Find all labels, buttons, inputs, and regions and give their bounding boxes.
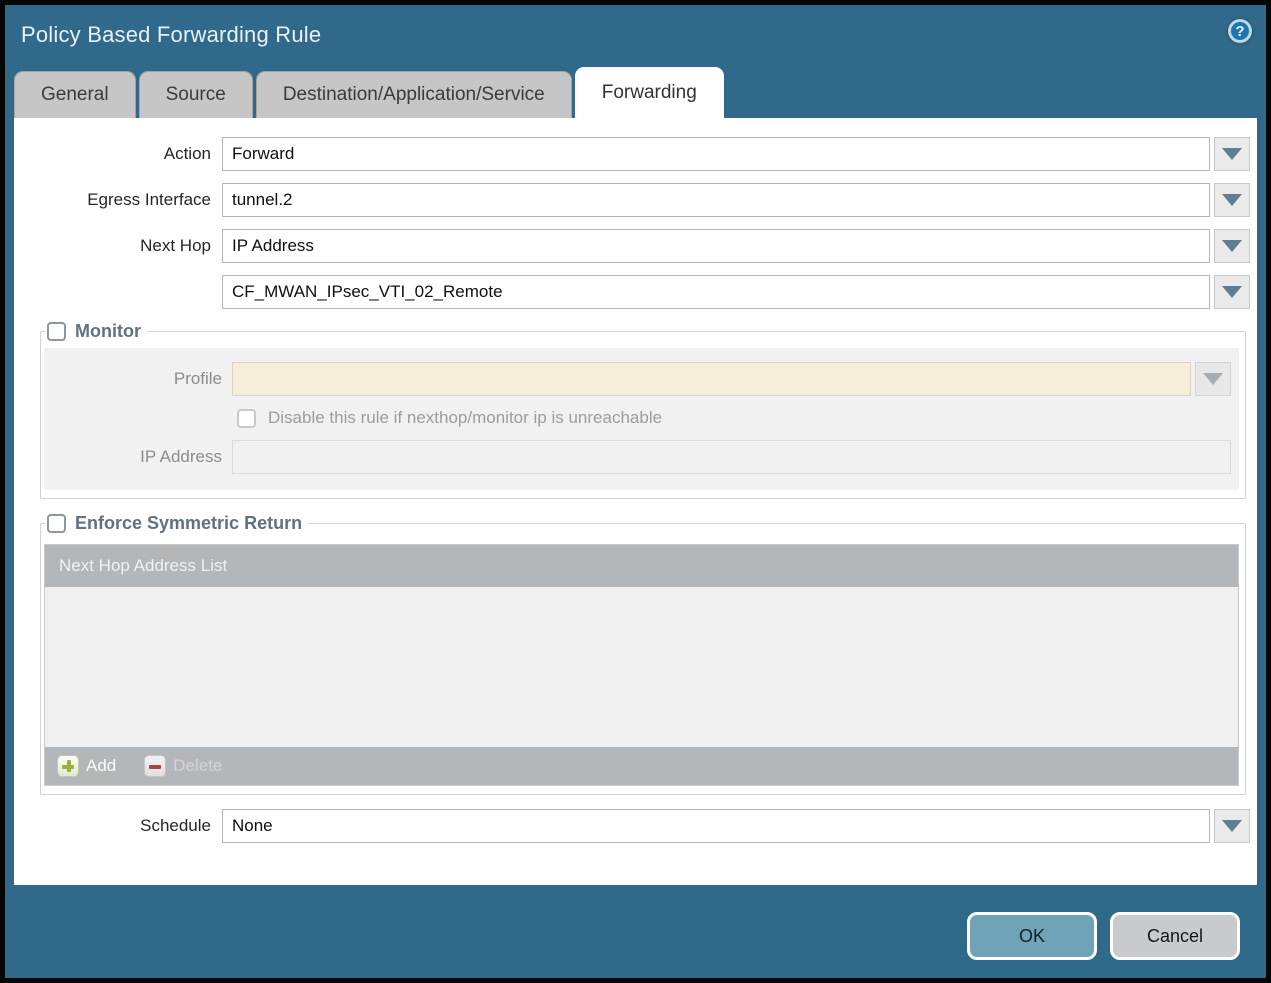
monitor-ip-address-input[interactable] [232, 440, 1231, 474]
policy-based-forwarding-dialog: Policy Based Forwarding Rule ? General S… [0, 0, 1271, 983]
forwarding-tab-content: Action Forward Egress Interface tunnel.2… [14, 118, 1257, 885]
schedule-label: Schedule [14, 816, 222, 836]
schedule-dropdown-field[interactable]: None [222, 809, 1210, 843]
profile-dropdown-button[interactable] [1195, 362, 1231, 396]
profile-dropdown-field[interactable] [232, 362, 1191, 396]
add-button[interactable]: Add [57, 755, 116, 777]
disable-rule-row: Disable this rule if nexthop/monitor ip … [237, 408, 1239, 428]
next-hop-address-list-body [45, 587, 1238, 747]
monitor-checkbox[interactable] [47, 322, 66, 341]
tab-source[interactable]: Source [139, 71, 253, 118]
delete-button[interactable]: Delete [144, 755, 222, 777]
tab-bar: General Source Destination/Application/S… [14, 65, 1266, 118]
profile-label: Profile [44, 369, 232, 389]
monitor-legend-label: Monitor [75, 321, 141, 342]
enforce-symmetric-return-checkbox[interactable] [47, 514, 66, 533]
minus-icon [144, 755, 166, 777]
next-hop-address-dropdown-button[interactable] [1214, 275, 1250, 309]
monitor-legend: Monitor [45, 321, 147, 342]
chevron-down-icon [1222, 820, 1242, 832]
monitor-ip-address-row: IP Address [44, 440, 1239, 474]
tab-forwarding[interactable]: Forwarding [575, 67, 724, 118]
action-dropdown-field[interactable]: Forward [222, 137, 1210, 171]
ok-button[interactable]: OK [967, 912, 1097, 960]
tab-destination-application-service[interactable]: Destination/Application/Service [256, 71, 572, 118]
disable-rule-checkbox[interactable] [237, 409, 256, 428]
next-hop-label: Next Hop [14, 236, 222, 256]
next-hop-address-list-header: Next Hop Address List [45, 545, 1238, 587]
chevron-down-icon [1222, 148, 1242, 160]
next-hop-address-row: CF_MWAN_IPsec_VTI_02_Remote [14, 275, 1250, 309]
action-row: Action Forward [14, 137, 1250, 171]
tab-general[interactable]: General [14, 71, 136, 118]
egress-interface-dropdown-button[interactable] [1214, 183, 1250, 217]
help-glyph: ? [1235, 23, 1244, 40]
cancel-button[interactable]: Cancel [1110, 912, 1240, 960]
schedule-row: Schedule None [14, 809, 1250, 843]
monitor-ip-address-label: IP Address [44, 447, 232, 467]
monitor-panel: Profile Disable this rule if nexthop/mon… [44, 348, 1239, 490]
chevron-down-icon [1222, 240, 1242, 252]
chevron-down-icon [1222, 286, 1242, 298]
next-hop-type-dropdown-field[interactable]: IP Address [222, 229, 1210, 263]
help-icon[interactable]: ? [1228, 19, 1252, 43]
delete-button-label: Delete [173, 756, 222, 776]
next-hop-address-list-toolbar: Add Delete [45, 747, 1238, 785]
next-hop-row: Next Hop IP Address [14, 229, 1250, 263]
next-hop-type-dropdown-button[interactable] [1214, 229, 1250, 263]
egress-interface-dropdown-field[interactable]: tunnel.2 [222, 183, 1210, 217]
spacer [14, 499, 1250, 513]
egress-interface-label: Egress Interface [14, 190, 222, 210]
spacer [14, 795, 1250, 809]
chevron-down-icon [1203, 373, 1223, 385]
profile-row: Profile [44, 362, 1239, 396]
schedule-dropdown-button[interactable] [1214, 809, 1250, 843]
egress-interface-row: Egress Interface tunnel.2 [14, 183, 1250, 217]
next-hop-address-list-header-label: Next Hop Address List [59, 556, 227, 576]
dialog-titlebar: Policy Based Forwarding Rule [5, 5, 1266, 65]
monitor-group: Monitor Profile Disable this rule if nex… [40, 321, 1246, 499]
action-label: Action [14, 144, 222, 164]
plus-icon [57, 755, 79, 777]
next-hop-address-dropdown-field[interactable]: CF_MWAN_IPsec_VTI_02_Remote [222, 275, 1210, 309]
dialog-footer: OK Cancel [5, 885, 1266, 983]
enforce-symmetric-return-legend: Enforce Symmetric Return [45, 513, 308, 534]
disable-rule-label: Disable this rule if nexthop/monitor ip … [268, 408, 662, 428]
dialog-title: Policy Based Forwarding Rule [21, 22, 321, 48]
add-button-label: Add [86, 756, 116, 776]
chevron-down-icon [1222, 194, 1242, 206]
action-dropdown-button[interactable] [1214, 137, 1250, 171]
enforce-symmetric-return-legend-label: Enforce Symmetric Return [75, 513, 302, 534]
next-hop-address-list-table: Next Hop Address List Add Delete [44, 544, 1239, 786]
enforce-symmetric-return-group: Enforce Symmetric Return Next Hop Addres… [40, 513, 1246, 795]
